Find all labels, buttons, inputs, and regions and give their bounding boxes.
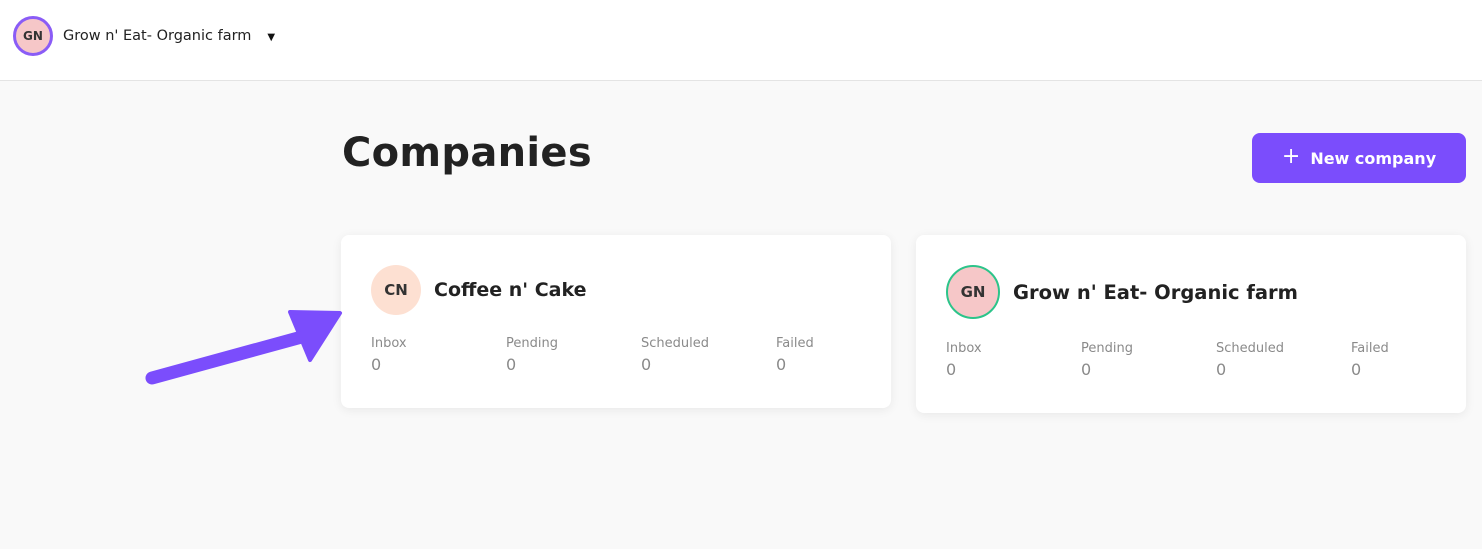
stat-failed: Failed 0 [776, 336, 911, 374]
stat-value: 0 [641, 355, 652, 374]
stat-label: Pending [1081, 341, 1133, 356]
new-company-button[interactable]: + New company [1252, 133, 1466, 183]
stat-value: 0 [506, 355, 517, 374]
new-company-button-label: New company [1310, 148, 1437, 168]
page-title: Companies [342, 130, 592, 176]
plus-icon: + [1281, 144, 1301, 169]
stat-pending: Pending 0 [1081, 341, 1216, 379]
current-company-initials: GN [23, 29, 43, 43]
stat-value: 0 [1351, 360, 1362, 379]
stat-inbox: Inbox 0 [946, 341, 1081, 379]
stat-label: Inbox [946, 341, 982, 356]
company-initials: GN [960, 283, 986, 301]
stat-value: 0 [946, 360, 957, 379]
stat-pending: Pending 0 [506, 336, 641, 374]
stat-label: Failed [776, 336, 814, 351]
company-initials: CN [384, 281, 408, 299]
company-stats: Inbox 0 Pending 0 Scheduled 0 Failed 0 [371, 336, 911, 374]
current-company-avatar: GN [13, 16, 53, 56]
stat-inbox: Inbox 0 [371, 336, 506, 374]
stat-value: 0 [371, 355, 382, 374]
company-switcher[interactable]: GN Grow n' Eat- Organic farm ▼ [13, 16, 275, 56]
company-card-coffee-n-cake[interactable]: CN Coffee n' Cake Inbox 0 Pending 0 Sche… [341, 235, 891, 408]
caret-down-icon[interactable]: ▼ [267, 32, 275, 43]
stat-scheduled: Scheduled 0 [1216, 341, 1351, 379]
top-bar: GN Grow n' Eat- Organic farm ▼ [0, 0, 1482, 81]
stat-label: Inbox [371, 336, 407, 351]
company-card-grow-n-eat[interactable]: GN Grow n' Eat- Organic farm Inbox 0 Pen… [916, 235, 1466, 413]
current-company-name: Grow n' Eat- Organic farm [63, 28, 252, 44]
stat-value: 0 [1081, 360, 1092, 379]
stat-label: Failed [1351, 341, 1389, 356]
stat-failed: Failed 0 [1351, 341, 1482, 379]
company-card-header: GN Grow n' Eat- Organic farm [946, 265, 1298, 319]
stat-label: Scheduled [641, 336, 709, 351]
company-name[interactable]: Grow n' Eat- Organic farm [1013, 281, 1298, 304]
company-stats: Inbox 0 Pending 0 Scheduled 0 Failed 0 [946, 341, 1482, 379]
company-avatar: CN [371, 265, 421, 315]
stat-value: 0 [776, 355, 787, 374]
company-name[interactable]: Coffee n' Cake [434, 279, 587, 301]
stat-label: Scheduled [1216, 341, 1284, 356]
company-avatar: GN [946, 265, 1000, 319]
stat-value: 0 [1216, 360, 1227, 379]
stat-scheduled: Scheduled 0 [641, 336, 776, 374]
company-card-header: CN Coffee n' Cake [371, 265, 587, 315]
arrow-annotation-icon [145, 310, 342, 385]
stat-label: Pending [506, 336, 558, 351]
